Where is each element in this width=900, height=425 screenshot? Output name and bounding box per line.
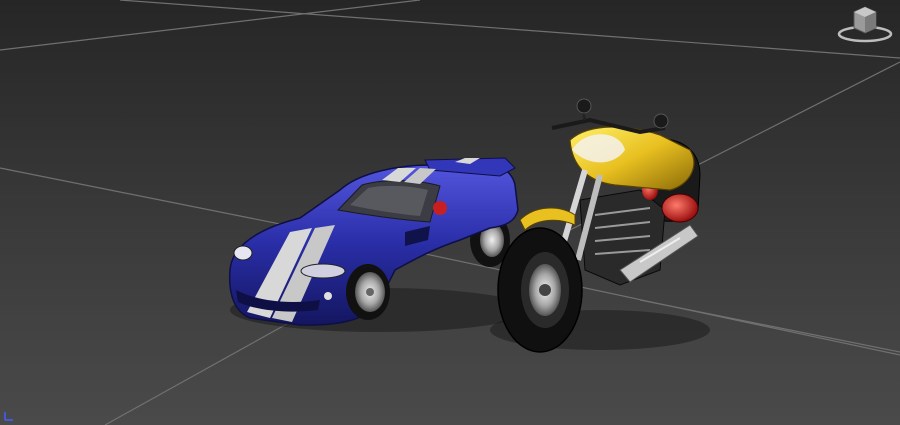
- 3d-viewport[interactable]: [0, 0, 900, 425]
- viewcube-icon[interactable]: [836, 2, 894, 44]
- axis-tripod-icon: [4, 412, 13, 421]
- viewport-scene[interactable]: [0, 0, 900, 425]
